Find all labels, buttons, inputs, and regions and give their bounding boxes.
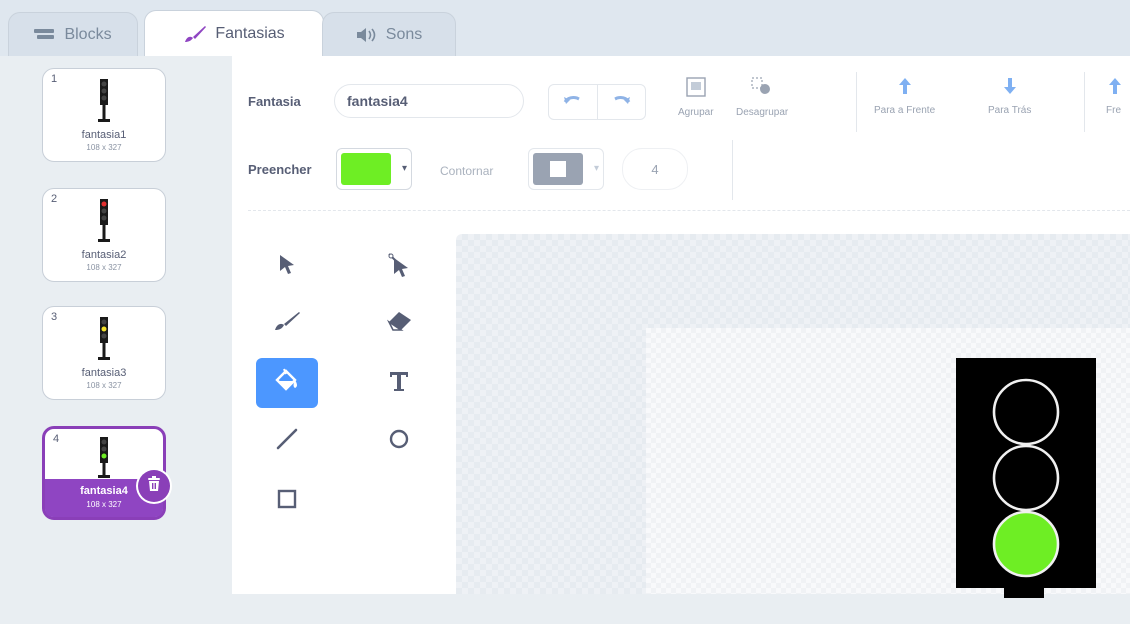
group-button[interactable]: Agrupar <box>678 76 714 118</box>
blocks-icon <box>34 28 56 42</box>
text-tool[interactable] <box>368 358 430 408</box>
tab-costumes[interactable]: Fantasias <box>144 10 324 56</box>
drawing-page <box>646 328 1130 598</box>
costume-name: fantasia3 <box>81 367 127 379</box>
dropdown-caret-icon: ▾ <box>593 163 599 174</box>
traffic-light-top-lamp <box>992 378 1060 446</box>
ungroup-icon <box>750 76 774 101</box>
delete-costume-button[interactable] <box>138 470 170 502</box>
costume-number: 2 <box>51 193 58 205</box>
rectangle-icon <box>275 487 299 516</box>
outline-swatch <box>533 153 583 185</box>
brush-icon <box>183 24 207 44</box>
line-icon <box>275 427 299 456</box>
costume-size: 108 x 327 <box>86 143 122 152</box>
tab-sounds[interactable]: Sons <box>322 12 456 56</box>
fill-label: Preencher <box>248 162 312 177</box>
editor-style-row: Preencher ▾ Contornar ▾ 4 <box>232 136 1130 206</box>
brush-icon <box>273 310 301 337</box>
backward-button[interactable]: Para Trás <box>988 76 1031 116</box>
tab-blocks-label: Blocks <box>64 25 112 43</box>
outline-inner-square <box>550 161 566 177</box>
speaker-icon <box>356 27 378 43</box>
ungroup-label: Desagrupar <box>736 107 789 118</box>
arrow-up-icon <box>1106 76 1124 99</box>
paint-canvas[interactable] <box>456 234 1130 598</box>
tab-sounds-label: Sons <box>385 25 423 43</box>
costume-name: fantasia2 <box>81 249 127 261</box>
fill-swatch <box>341 153 391 185</box>
paint-bucket-icon <box>273 368 301 399</box>
forward-label: Para a Frente <box>874 105 936 116</box>
front-button[interactable]: Fre <box>1106 76 1130 116</box>
traffic-light-thumbnail <box>98 79 110 122</box>
costume-number: 3 <box>51 311 58 323</box>
costume-number: 1 <box>51 73 58 85</box>
tab-costumes-label: Fantasias <box>215 24 285 42</box>
traffic-light-middle-lamp <box>992 444 1060 512</box>
toolbar-divider <box>248 210 1130 211</box>
group-label: Agrupar <box>678 107 714 118</box>
costume-list: 1 fantasia1 108 x 327 2 fantasia2 108 x … <box>0 56 232 594</box>
traffic-light-thumbnail <box>98 437 110 478</box>
front-label: Fre <box>1106 105 1121 116</box>
circle-icon <box>387 427 411 456</box>
traffic-light-pole <box>1004 588 1044 598</box>
forward-button[interactable]: Para a Frente <box>874 76 935 116</box>
outline-label: Contornar <box>440 164 494 178</box>
brush-tool[interactable] <box>256 298 318 348</box>
text-icon <box>387 369 411 398</box>
undo-redo-group <box>548 84 646 120</box>
backward-label: Para Trás <box>988 105 1032 116</box>
tab-blocks[interactable]: Blocks <box>8 12 138 56</box>
traffic-light-drawing[interactable] <box>956 358 1106 624</box>
select-tool[interactable] <box>256 242 318 292</box>
line-tool[interactable] <box>256 416 318 466</box>
eraser-tool[interactable] <box>368 298 430 348</box>
outline-color-picker[interactable]: ▾ <box>528 148 604 190</box>
paint-editor: Fantasia fantasia4 Agrupar Desagrupar Pa… <box>232 56 1130 598</box>
reshape-tool[interactable] <box>368 242 430 292</box>
eraser-icon <box>385 310 413 337</box>
editor-tabs: Blocks Fantasias Sons <box>0 0 1130 56</box>
costume-name-label: Fantasia <box>248 94 301 109</box>
fill-color-picker[interactable]: ▾ <box>336 148 412 190</box>
traffic-light-bottom-lamp <box>992 510 1060 578</box>
costume-name: fantasia1 <box>81 129 127 141</box>
undo-icon <box>563 93 583 111</box>
traffic-light-thumbnail <box>98 199 110 242</box>
costume-size: 108 x 327 <box>86 263 122 272</box>
ungroup-button[interactable]: Desagrupar <box>736 76 788 118</box>
toolbar-separator <box>1084 72 1085 132</box>
outline-width-input[interactable]: 4 <box>622 148 688 190</box>
dropdown-caret-icon: ▾ <box>401 163 407 174</box>
redo-icon <box>611 93 631 111</box>
reshape-cursor-icon <box>387 252 411 283</box>
trash-icon <box>147 475 161 497</box>
costume-tile-2[interactable]: 2 fantasia2 108 x 327 <box>42 188 166 282</box>
costume-size: 108 x 327 <box>86 500 122 509</box>
circle-tool[interactable] <box>368 416 430 466</box>
rectangle-tool[interactable] <box>256 476 318 526</box>
redo-button[interactable] <box>598 85 646 119</box>
fill-tool[interactable] <box>256 358 318 408</box>
undo-button[interactable] <box>549 85 598 119</box>
arrow-down-icon <box>1001 76 1019 99</box>
arrow-up-icon <box>896 76 914 99</box>
group-icon <box>685 76 707 101</box>
toolbar-separator <box>856 72 857 132</box>
traffic-light-thumbnail <box>98 317 110 360</box>
costume-tile-3[interactable]: 3 fantasia3 108 x 327 <box>42 306 166 400</box>
editor-top-row: Fantasia fantasia4 Agrupar Desagrupar Pa… <box>232 56 1130 136</box>
costume-size: 108 x 327 <box>86 381 122 390</box>
toolbar-separator <box>732 140 733 200</box>
arrow-cursor-icon <box>277 253 297 282</box>
costume-name-input[interactable]: fantasia4 <box>334 84 524 118</box>
costume-number: 4 <box>53 433 60 445</box>
costume-tile-1[interactable]: 1 fantasia1 108 x 327 <box>42 68 166 162</box>
